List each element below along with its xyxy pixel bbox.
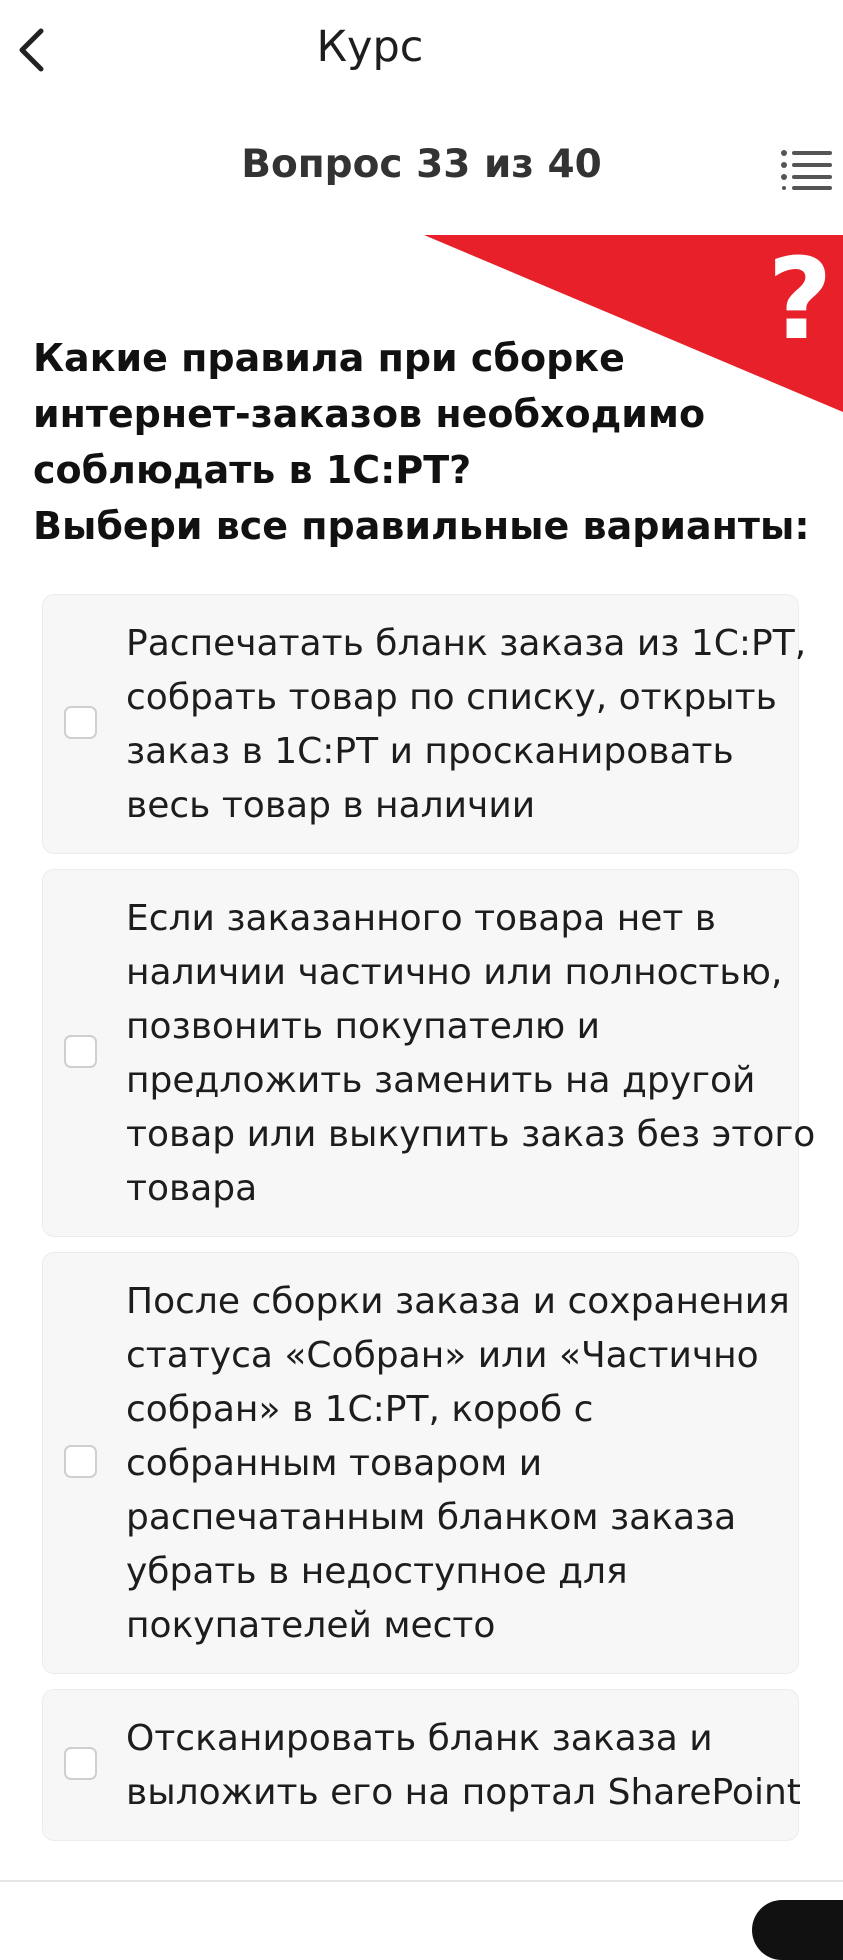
question-counter: Вопрос 33 из 40 xyxy=(241,142,602,187)
checkbox[interactable] xyxy=(64,1445,97,1478)
answer-option-text: Если заказанного товара нет в наличии ча… xyxy=(126,898,816,1209)
question-list-button[interactable] xyxy=(780,148,834,190)
checkbox[interactable] xyxy=(64,706,97,739)
question-line: Какие правила при сборке xyxy=(33,336,625,380)
answer-options: Распечатать бланк заказа из 1С:РТ, собра… xyxy=(42,594,816,1856)
answer-option-text: После сборки заказа и сохранения статуса… xyxy=(126,1281,790,1646)
page-title: Курс xyxy=(316,22,424,72)
question-text: Какие правила при сборке интернет-заказо… xyxy=(33,330,810,554)
top-bar: Курс xyxy=(0,0,843,100)
answer-option-2[interactable]: Если заказанного товара нет в наличии ча… xyxy=(42,869,816,1237)
answer-option-4[interactable]: Отсканировать бланк заказа и выложить ег… xyxy=(42,1689,801,1841)
bottom-divider xyxy=(0,1880,843,1882)
next-button[interactable] xyxy=(752,1900,843,1960)
question-line: соблюдать в 1С:РТ? xyxy=(33,448,472,492)
answer-option-text: Отсканировать бланк заказа и выложить ег… xyxy=(126,1718,801,1813)
answer-option-3[interactable]: После сборки заказа и сохранения статуса… xyxy=(42,1252,799,1674)
answer-option-text: Распечатать бланк заказа из 1С:РТ, собра… xyxy=(126,623,807,826)
list-menu-icon xyxy=(781,150,832,190)
question-line: интернет-заказов необходимо xyxy=(33,392,706,436)
answer-option-1[interactable]: Распечатать бланк заказа из 1С:РТ, собра… xyxy=(42,594,807,854)
question-instruction: Выбери все правильные варианты: xyxy=(33,504,810,548)
checkbox[interactable] xyxy=(64,1747,97,1780)
checkbox[interactable] xyxy=(64,1035,97,1068)
